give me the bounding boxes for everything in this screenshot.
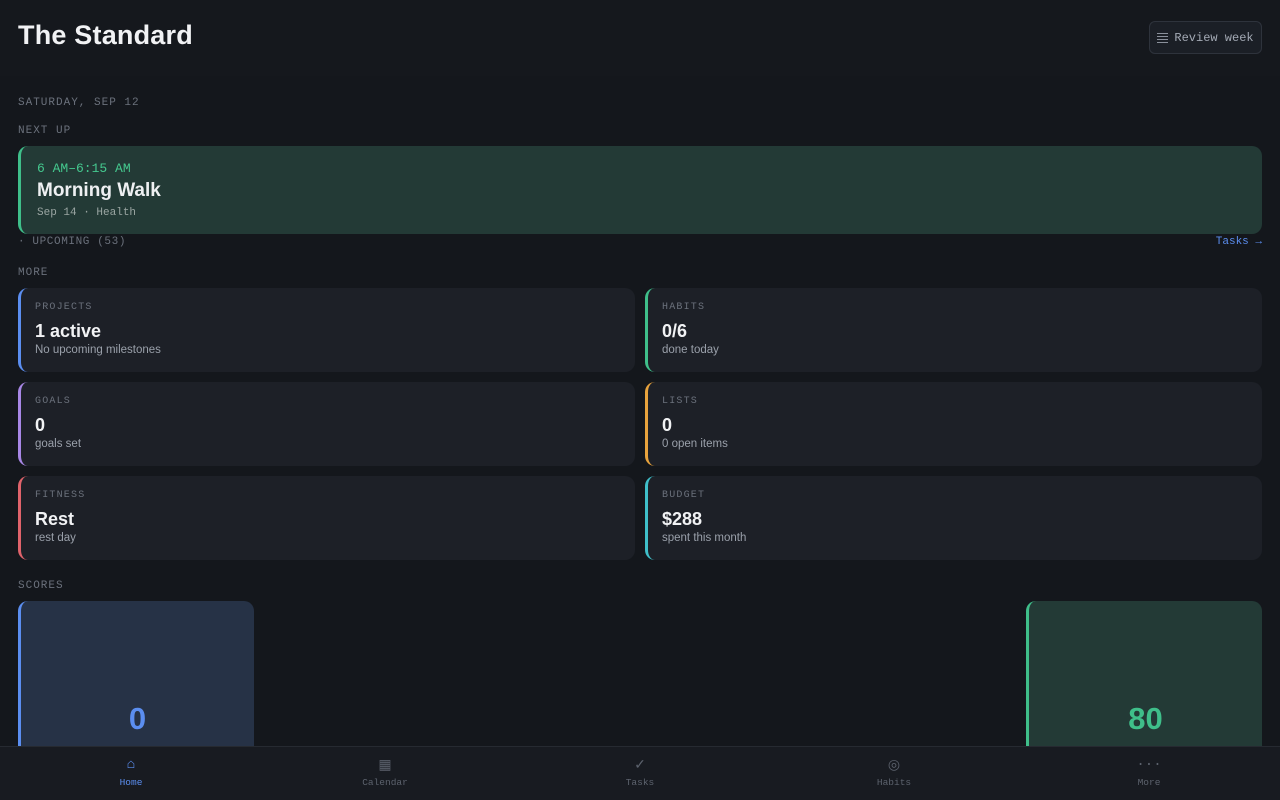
check-icon: ✓ <box>634 758 646 774</box>
nav-label: Tasks <box>625 777 655 788</box>
tile-projects[interactable]: PROJECTS 1 active No upcoming milestones <box>18 288 635 372</box>
tile-sub: spent this month <box>662 532 747 544</box>
tile-sub: done today <box>662 344 719 356</box>
nav-tasks[interactable]: ✓ Tasks <box>580 747 700 800</box>
score-card-left[interactable]: 0 <box>18 601 254 761</box>
tile-sub: 0 open items <box>662 438 728 450</box>
tasks-link[interactable]: Tasks → <box>1216 236 1262 248</box>
tile-value: 0 <box>662 415 673 435</box>
more-icon: ··· <box>1136 757 1162 773</box>
score-value: 0 <box>128 701 147 736</box>
tile-goals[interactable]: GOALS 0 goals set <box>18 382 635 466</box>
bottom-nav: ⌂ Home ▦ Calendar ✓ Tasks ◎ Habits ··· M… <box>0 746 1280 800</box>
tile-value: 0/6 <box>662 321 688 341</box>
nav-label: Habits <box>876 777 912 788</box>
tile-lists[interactable]: LISTS 0 0 open items <box>645 382 1262 466</box>
tile-label: PROJECTS <box>35 302 93 313</box>
app-title: The Standard <box>18 20 193 50</box>
scores-label: SCORES <box>18 580 64 592</box>
tile-fitness[interactable]: FITNESS Rest rest day <box>18 476 635 560</box>
review-week-button[interactable]: Review week <box>1149 21 1262 54</box>
nav-label: More <box>1137 777 1161 788</box>
more-label: MORE <box>18 267 49 279</box>
next-up-meta: Sep 14 · Health <box>37 207 137 219</box>
tile-label: LISTS <box>662 396 699 407</box>
nav-calendar[interactable]: ▦ Calendar <box>325 747 445 800</box>
tile-value: $288 <box>662 509 703 529</box>
nav-more[interactable]: ··· More <box>1089 747 1209 800</box>
nav-label: Home <box>119 777 143 788</box>
tile-sub: No upcoming milestones <box>35 344 161 356</box>
score-value: 80 <box>1128 701 1163 736</box>
score-card-right[interactable]: 80 <box>1026 601 1262 761</box>
tile-sub: goals set <box>35 438 82 450</box>
nav-home[interactable]: ⌂ Home <box>71 747 191 800</box>
next-up-time: 6 AM–6:15 AM <box>37 161 131 176</box>
tile-value: Rest <box>35 509 75 529</box>
tile-label: FITNESS <box>35 490 86 501</box>
review-week-label: Review week <box>1174 30 1254 45</box>
next-up-card[interactable]: 6 AM–6:15 AM Morning Walk Sep 14 · Healt… <box>18 146 1262 234</box>
nav-habits[interactable]: ◎ Habits <box>834 747 954 800</box>
target-icon: ◎ <box>887 758 901 774</box>
next-up-label: NEXT UP <box>18 125 72 137</box>
tile-budget[interactable]: BUDGET $288 spent this month <box>645 476 1262 560</box>
home-icon: ⌂ <box>126 757 136 773</box>
next-up-title: Morning Walk <box>37 180 161 201</box>
date-label: SATURDAY, SEP 12 <box>18 97 140 109</box>
tile-sub: rest day <box>35 532 76 544</box>
tile-label: HABITS <box>662 302 706 313</box>
tile-label: GOALS <box>35 396 72 407</box>
tile-value: 1 active <box>35 321 102 341</box>
list-icon <box>1157 32 1169 43</box>
tile-label: BUDGET <box>662 490 706 501</box>
calendar-icon: ▦ <box>378 758 392 774</box>
tile-value: 0 <box>35 415 46 435</box>
upcoming-toggle[interactable]: · UPCOMING (53) <box>18 236 126 248</box>
tile-habits[interactable]: HABITS 0/6 done today <box>645 288 1262 372</box>
app-header: The Standard Review week <box>0 0 1280 76</box>
nav-label: Calendar <box>362 777 408 788</box>
